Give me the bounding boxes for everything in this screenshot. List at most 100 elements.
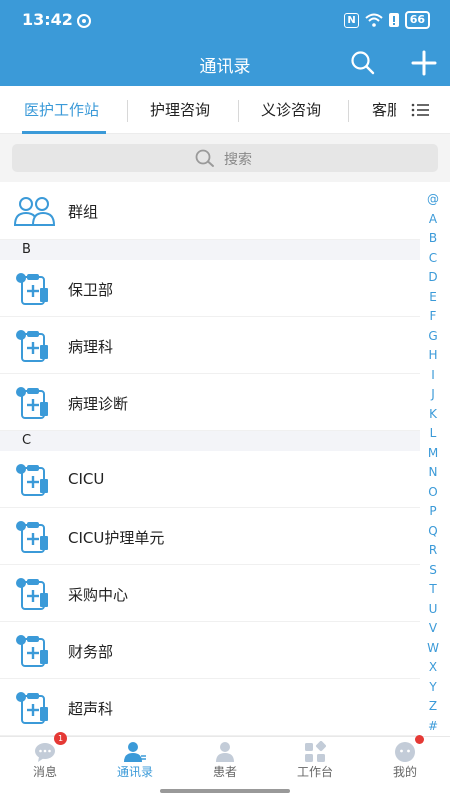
nav-label: 通讯录 (116, 765, 153, 779)
add-icon[interactable] (408, 48, 440, 78)
department-icon (16, 635, 48, 667)
list-item[interactable]: CICU护理单元 (0, 508, 420, 565)
section-header-c: C (0, 431, 420, 451)
list-item[interactable]: 采购中心 (0, 565, 420, 622)
message-badge: 1 (54, 732, 67, 745)
index-letter[interactable]: N (424, 463, 442, 483)
home-indicator[interactable] (160, 789, 290, 793)
section-header-b: B (0, 240, 420, 260)
department-icon (16, 578, 48, 610)
item-label: CICU护理单元 (68, 529, 165, 547)
department-icon (16, 464, 48, 496)
nav-workbench[interactable]: 工作台 (270, 737, 360, 787)
nfc-icon: N (344, 12, 359, 28)
nav-contacts[interactable]: 通讯录 (90, 737, 180, 787)
index-letter[interactable]: @ (424, 190, 442, 210)
index-letter[interactable]: X (424, 658, 442, 678)
nav-label: 患者 (212, 765, 237, 779)
list-item[interactable]: 病理科 (0, 317, 420, 374)
index-letter[interactable]: F (424, 307, 442, 327)
item-label: CICU (68, 470, 105, 488)
index-letter[interactable]: B (424, 229, 442, 249)
index-letter[interactable]: Q (424, 522, 442, 542)
patient-icon (216, 742, 234, 762)
search-placeholder: 搜索 (224, 152, 252, 168)
group-label: 群组 (68, 203, 99, 221)
status-time: 13:42 (22, 10, 73, 29)
item-label: 病理诊断 (68, 395, 129, 413)
index-letter[interactable]: E (424, 288, 442, 308)
page-title: 通讯录 (199, 57, 251, 77)
index-letter[interactable]: S (424, 561, 442, 581)
index-letter[interactable]: L (424, 424, 442, 444)
alphabet-index[interactable]: @ A B C D E F G H I J K L M N O P Q R S … (424, 190, 442, 736)
index-letter[interactable]: Y (424, 678, 442, 698)
index-letter[interactable]: V (424, 619, 442, 639)
app-bar: 通讯录 (0, 40, 450, 86)
nav-label: 消息 (32, 765, 57, 779)
item-label: 财务部 (68, 643, 114, 661)
tab-divider (348, 100, 349, 122)
tab-customer-service[interactable]: 客服 (372, 86, 396, 134)
tab-clinic-consult[interactable]: 义诊咨询 (261, 86, 321, 134)
index-letter[interactable]: C (424, 249, 442, 269)
search-input[interactable]: 搜索 (12, 144, 438, 172)
index-letter[interactable]: G (424, 327, 442, 347)
list-item[interactable]: 财务部 (0, 622, 420, 679)
list-item[interactable]: 超声科 (0, 679, 420, 736)
index-letter[interactable]: A (424, 210, 442, 230)
item-label: 病理科 (68, 338, 114, 356)
department-icon (16, 273, 48, 305)
nav-label: 工作台 (296, 765, 333, 779)
list-item[interactable]: 病理诊断 (0, 374, 420, 431)
department-icon (16, 330, 48, 362)
index-letter[interactable]: K (424, 405, 442, 425)
index-letter[interactable]: M (424, 444, 442, 464)
search-container: 搜索 (0, 134, 450, 182)
item-label: 超声科 (68, 700, 114, 718)
nav-patients[interactable]: 患者 (180, 737, 270, 787)
nav-mine[interactable]: 我的 (360, 735, 450, 787)
tab-nursing-consult[interactable]: 护理咨询 (150, 86, 210, 134)
department-icon (16, 692, 48, 724)
index-letter[interactable]: I (424, 366, 442, 386)
notification-dot (415, 735, 424, 744)
battery-icon: 66 (404, 11, 430, 29)
tab-divider (127, 100, 128, 122)
index-letter[interactable]: O (424, 483, 442, 503)
index-letter[interactable]: U (424, 600, 442, 620)
status-icons: N 66 (344, 11, 430, 29)
list-item[interactable]: CICU (0, 451, 420, 508)
index-letter[interactable]: J (424, 385, 442, 405)
index-letter[interactable]: R (424, 541, 442, 561)
tab-bar: 医护工作站 护理咨询 义诊咨询 客服 (0, 86, 450, 134)
group-row[interactable]: 群组 (0, 182, 420, 240)
contacts-icon (124, 742, 146, 762)
department-icon (16, 521, 48, 553)
index-letter[interactable]: T (424, 580, 442, 600)
index-letter[interactable]: P (424, 502, 442, 522)
index-letter[interactable]: Z (424, 697, 442, 717)
department-icon (16, 387, 48, 419)
alert-icon (388, 13, 399, 27)
tab-medical-station[interactable]: 医护工作站 (24, 86, 99, 134)
item-label: 保卫部 (68, 281, 114, 299)
status-bar: 13:42 N 66 (0, 0, 450, 40)
index-letter[interactable]: # (424, 717, 442, 737)
index-letter[interactable]: D (424, 268, 442, 288)
profile-icon (395, 742, 415, 762)
search-icon[interactable] (348, 48, 378, 78)
index-letter[interactable]: W (424, 639, 442, 659)
nav-label: 我的 (392, 765, 417, 779)
index-letter[interactable]: H (424, 346, 442, 366)
group-icon (13, 197, 56, 226)
item-label: 采购中心 (68, 586, 129, 604)
list-item[interactable]: 保卫部 (0, 260, 420, 317)
search-icon (195, 149, 214, 167)
nav-messages[interactable]: 1 消息 (0, 732, 90, 787)
tab-divider (238, 100, 239, 122)
contact-list: 群组 B 保卫部 病理科 病理诊断 C CICU CICU护理单元 采购中心 财… (0, 182, 420, 736)
workbench-icon (305, 741, 326, 762)
chat-icon (35, 743, 55, 762)
list-menu-icon[interactable] (410, 100, 432, 120)
